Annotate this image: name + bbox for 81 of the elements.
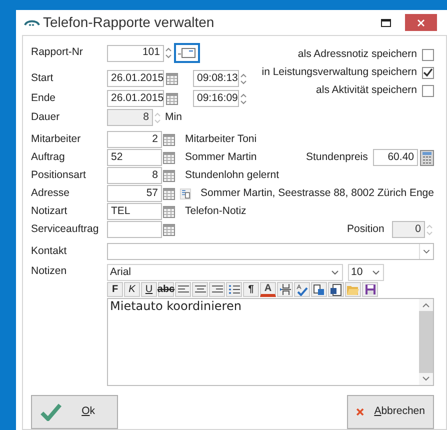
- field-label: Dauer: [31, 110, 61, 125]
- copy-icon[interactable]: [180, 186, 191, 202]
- spinner-arrows-icon[interactable]: [239, 92, 248, 106]
- phone-icon: [24, 18, 40, 26]
- input-field[interactable]: 60.40: [373, 149, 418, 166]
- replace-icon[interactable]: [311, 282, 327, 297]
- window-title: Telefon-Rapporte verwalten: [43, 13, 214, 32]
- field-label: Mitarbeiter: [31, 132, 82, 147]
- input-field[interactable]: 57: [107, 185, 162, 202]
- field-label: Start: [31, 70, 54, 86]
- underline-button[interactable]: U: [141, 282, 157, 297]
- calculator-icon[interactable]: [420, 150, 434, 166]
- checkmark-icon: [40, 403, 62, 421]
- page-break-icon[interactable]: [277, 282, 293, 297]
- input-field[interactable]: 8: [107, 167, 162, 184]
- field-label: Kontakt: [31, 244, 68, 259]
- cancel-button[interactable]: Abbrechen: [347, 395, 434, 429]
- calendar-icon[interactable]: [163, 224, 175, 236]
- date-field[interactable]: 26.01.2015: [107, 90, 164, 107]
- checkbox[interactable]: [422, 84, 434, 96]
- field-label: Positionsart: [31, 168, 87, 183]
- input-field[interactable]: 101: [107, 44, 164, 62]
- ok-button[interactable]: Ok: [31, 395, 118, 429]
- strikethrough-button[interactable]: abc: [158, 282, 174, 297]
- description-text: Sommer Martin, Seestrasse 88, 8002 Zürich Enge: [200, 186, 434, 201]
- field-label: Auftrag: [31, 150, 66, 165]
- field-label: Notizen: [31, 264, 68, 279]
- description-text: Telefon-Notiz: [185, 204, 246, 219]
- notes-editor[interactable]: Mietauto koordinieren: [107, 298, 434, 386]
- input-field[interactable]: 2: [107, 131, 162, 148]
- calendar-icon[interactable]: [166, 92, 178, 104]
- font-dropdown[interactable]: Arial: [107, 264, 343, 281]
- field-label: Adresse: [31, 186, 71, 201]
- bold-button[interactable]: F: [107, 282, 123, 297]
- font-size-dropdown[interactable]: 10: [348, 264, 384, 281]
- field-label: Rapport-Nr: [31, 45, 84, 60]
- paragraph-button[interactable]: ¶: [243, 282, 259, 297]
- time-field[interactable]: 09:16:09: [193, 90, 239, 107]
- font-color-button[interactable]: A: [260, 282, 276, 297]
- save-icon[interactable]: [362, 282, 378, 297]
- description-text: Mitarbeiter Toni: [185, 132, 257, 147]
- italic-button[interactable]: K: [124, 282, 140, 297]
- calendar-icon[interactable]: [163, 152, 175, 164]
- calendar-icon[interactable]: [163, 134, 175, 146]
- close-icon: [417, 18, 425, 26]
- bullet-list-icon[interactable]: [226, 282, 242, 297]
- checkbox[interactable]: [422, 66, 434, 78]
- field-label: Ende: [31, 90, 57, 106]
- document-icon[interactable]: [328, 282, 344, 297]
- calendar-icon[interactable]: [166, 72, 178, 84]
- input-field[interactable]: [107, 221, 162, 238]
- checkbox[interactable]: [422, 48, 434, 60]
- checkbox-label: als Adressnotiz speichern: [298, 46, 417, 62]
- input-field[interactable]: 52: [107, 149, 162, 166]
- field-label: Notizart: [31, 204, 68, 219]
- spinner-arrows-icon[interactable]: [164, 46, 173, 60]
- field-label: Serviceauftrag: [31, 222, 100, 237]
- close-button[interactable]: [405, 14, 437, 31]
- calendar-icon[interactable]: [163, 170, 175, 182]
- checkbox-label: als Aktivität speichern: [316, 82, 417, 98]
- unit-label: Min: [165, 110, 182, 125]
- calendar-icon[interactable]: [163, 206, 175, 218]
- description-text: Sommer Martin: [185, 150, 257, 165]
- field-label: Stundenpreis: [306, 150, 369, 165]
- checkbox-label: in Leistungsverwaltung speichern: [262, 64, 417, 80]
- spinner-arrows-icon[interactable]: [239, 72, 248, 86]
- check-icon: [423, 68, 433, 77]
- align-left-icon[interactable]: [175, 282, 191, 297]
- input-field[interactable]: TEL: [107, 203, 162, 220]
- card-icon[interactable]: [178, 48, 196, 58]
- spellcheck-icon[interactable]: [294, 282, 310, 297]
- align-right-icon[interactable]: [209, 282, 225, 297]
- contact-dropdown[interactable]: [107, 243, 434, 260]
- scrollbar[interactable]: [419, 299, 433, 385]
- field-label: Position: [347, 222, 386, 237]
- calendar-icon[interactable]: [162, 188, 175, 200]
- time-field[interactable]: 09:08:13: [193, 70, 239, 87]
- maximize-icon[interactable]: [381, 18, 391, 26]
- date-field[interactable]: 26.01.2015: [107, 70, 164, 87]
- align-center-icon[interactable]: [192, 282, 208, 297]
- description-text: Stundenlohn gelernt: [185, 168, 279, 183]
